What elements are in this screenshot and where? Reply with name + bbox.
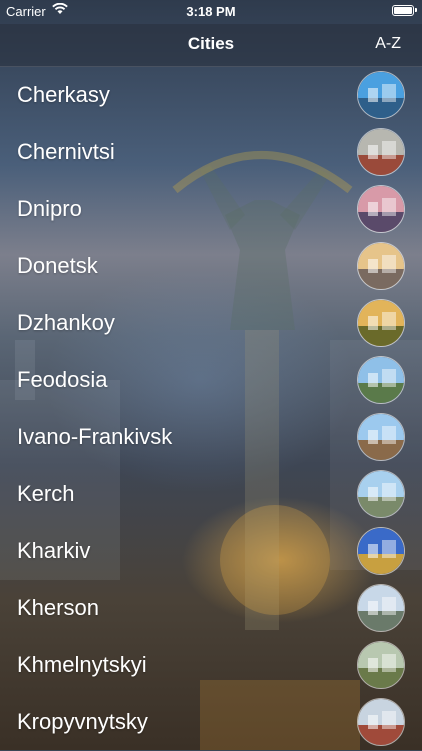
city-name: Donetsk	[17, 253, 98, 278]
list-item[interactable]: Khmelnytskyi	[0, 637, 422, 694]
list-item[interactable]: Donetsk	[0, 238, 422, 295]
list-item[interactable]: Kropyvnytsky	[0, 694, 422, 751]
city-name: Dnipro	[17, 196, 82, 221]
city-name: Ivano-Frankivsk	[17, 424, 173, 449]
city-name: Kropyvnytsky	[17, 709, 148, 734]
list-item[interactable]: Ivano-Frankivsk	[0, 409, 422, 466]
city-thumbnail	[357, 299, 405, 347]
city-thumbnail	[357, 584, 405, 632]
city-thumbnail	[357, 698, 405, 746]
city-thumbnail	[357, 242, 405, 290]
city-name: Feodosia	[17, 367, 108, 392]
city-name: Kharkiv	[17, 538, 91, 563]
city-thumbnail	[357, 527, 405, 575]
city-name: Chernivtsi	[17, 139, 115, 164]
city-thumbnail	[357, 128, 405, 176]
clock: 3:18 PM	[186, 4, 236, 19]
city-thumbnail	[357, 413, 405, 461]
city-name: Kherson	[17, 595, 99, 620]
battery-icon	[392, 5, 417, 16]
list-item[interactable]: Kherson	[0, 580, 422, 637]
list-item[interactable]: Dzhankoy	[0, 295, 422, 352]
list-item[interactable]: Dnipro	[0, 181, 422, 238]
city-name: Khmelnytskyi	[17, 652, 147, 677]
city-name: Dzhankoy	[17, 310, 115, 335]
city-name: Cherkasy	[17, 82, 110, 107]
city-thumbnail	[357, 185, 405, 233]
city-thumbnail	[357, 641, 405, 689]
city-thumbnail	[357, 356, 405, 404]
city-thumbnail	[357, 470, 405, 518]
page-title: Cities	[187, 34, 235, 53]
list-item[interactable]: Feodosia	[0, 352, 422, 409]
city-list: Cherkasy Chernivtsi Dnipro Donetsk Dzhankoy F…	[0, 67, 422, 751]
navigation-bar: Cities A-Z	[0, 24, 422, 67]
list-item[interactable]: Kerch	[0, 466, 422, 523]
sort-az-button[interactable]: A-Z	[375, 35, 401, 53]
city-thumbnail	[357, 71, 405, 119]
city-name: Kerch	[17, 481, 75, 506]
list-item[interactable]: Cherkasy	[0, 67, 422, 124]
status-bar: Carrier 3:18 PM	[0, 0, 422, 24]
list-item[interactable]: Chernivtsi	[0, 124, 422, 181]
list-item[interactable]: Kharkiv	[0, 523, 422, 580]
